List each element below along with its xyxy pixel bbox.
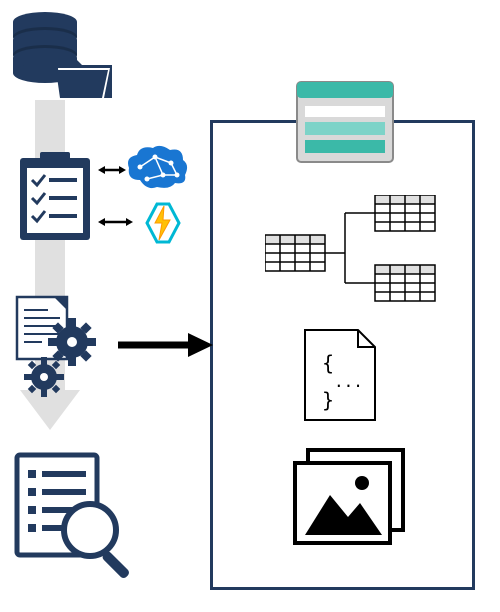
checklist-icon bbox=[15, 150, 95, 245]
database-folder-icon bbox=[10, 10, 115, 105]
lightning-function-icon bbox=[135, 198, 190, 248]
arrow-right-icon bbox=[118, 330, 213, 360]
list-magnifier-icon bbox=[12, 450, 142, 585]
bidirectional-arrow-icon bbox=[98, 163, 126, 177]
document-gears-icon bbox=[12, 292, 122, 402]
table-hierarchy-icon bbox=[265, 195, 440, 305]
image-stack-icon bbox=[290, 445, 410, 550]
json-document-icon: { ... } bbox=[300, 325, 380, 425]
svg-text:{: { bbox=[322, 351, 334, 375]
svg-text:...: ... bbox=[334, 372, 363, 391]
bidirectional-arrow-icon bbox=[98, 215, 133, 229]
window-app-icon bbox=[295, 80, 395, 165]
brain-ai-icon bbox=[125, 145, 190, 195]
svg-text:}: } bbox=[322, 388, 334, 412]
